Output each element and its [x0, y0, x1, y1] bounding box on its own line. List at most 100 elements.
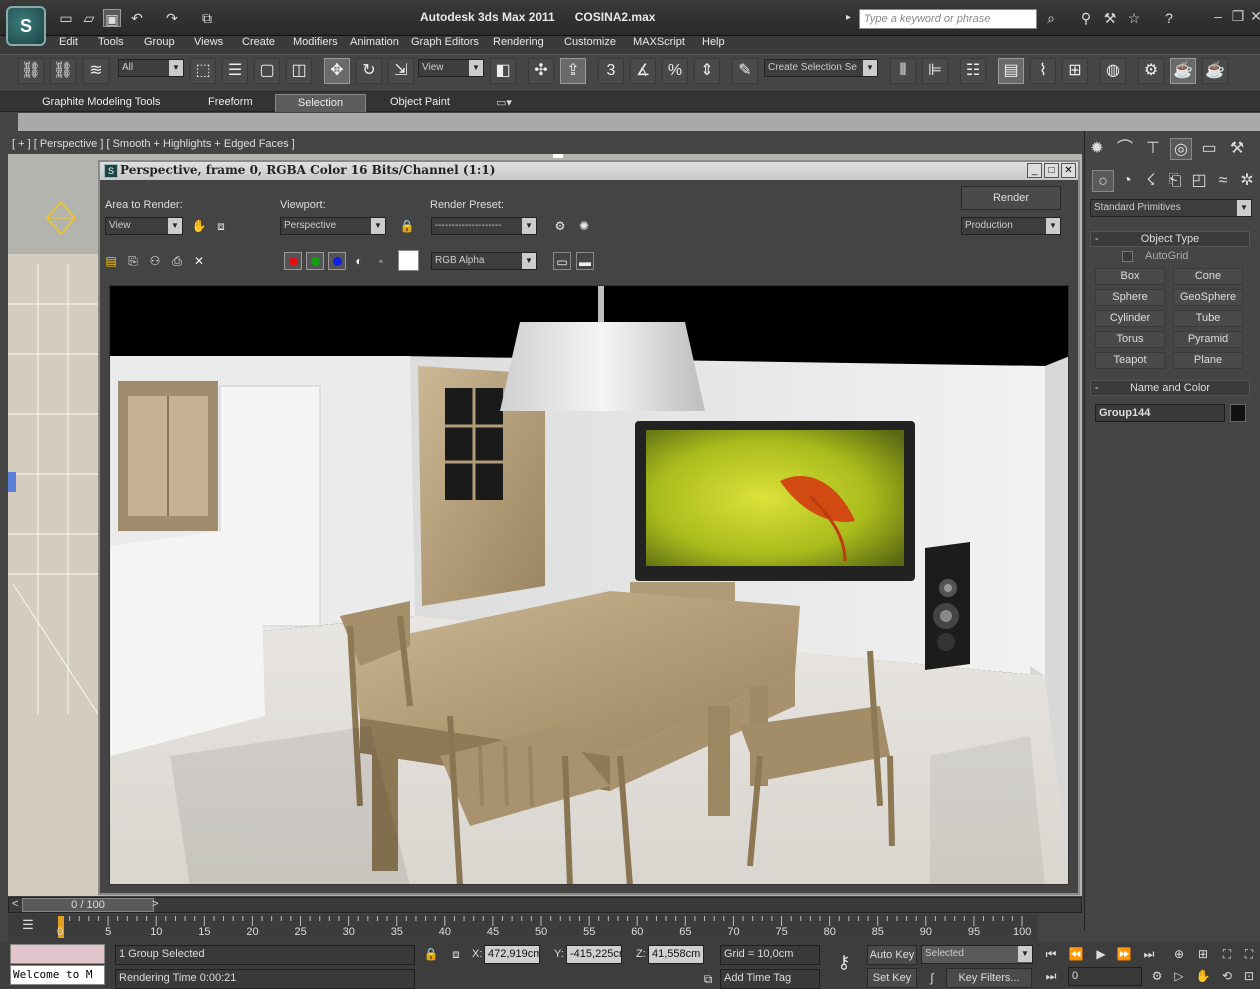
- go-to-start-icon[interactable]: ⏮: [1040, 944, 1062, 964]
- menu-edit[interactable]: Edit: [59, 36, 78, 48]
- graphite-toggle-icon[interactable]: ▤: [998, 58, 1024, 84]
- schematic-view-icon[interactable]: ⊞: [1062, 58, 1088, 84]
- selection-filter-dropdown[interactable]: All ▼: [118, 59, 184, 77]
- zoom-icon[interactable]: ⊕: [1168, 944, 1190, 964]
- select-object-icon[interactable]: ⬚: [190, 58, 216, 84]
- toggle-ui-icon[interactable]: ▬: [576, 252, 594, 270]
- app-logo-icon[interactable]: S: [6, 6, 46, 46]
- previous-frame-icon[interactable]: ⏪: [1065, 944, 1087, 964]
- play-icon[interactable]: ▶: [1090, 944, 1112, 964]
- space-warps-icon[interactable]: ≈: [1212, 170, 1234, 192]
- render-minimize-icon[interactable]: _: [1027, 163, 1042, 178]
- alpha-channel-icon[interactable]: ◐: [350, 252, 368, 270]
- pivot-center-icon[interactable]: ◧: [490, 58, 516, 84]
- time-configuration-icon[interactable]: ⚙: [1146, 966, 1168, 986]
- absolute-mode-icon[interactable]: ⧈: [445, 944, 467, 964]
- clone-frame-window-icon[interactable]: ⚇: [146, 252, 164, 270]
- clear-image-icon[interactable]: ✕: [190, 252, 208, 270]
- zoom-all-icon[interactable]: ⊞: [1192, 944, 1214, 964]
- tab-freeform[interactable]: Freeform: [200, 94, 261, 112]
- hierarchy-tab-icon[interactable]: ⊤: [1142, 138, 1164, 160]
- environment-effects-icon[interactable]: ✺: [575, 217, 593, 235]
- subscription-center-icon[interactable]: ⚲: [1077, 9, 1095, 27]
- set-key-button[interactable]: Set Key: [867, 968, 917, 988]
- menu-customize[interactable]: Customize: [564, 36, 616, 48]
- current-frame-field[interactable]: 0: [1068, 967, 1142, 986]
- rectangular-selection-icon[interactable]: ▢: [254, 58, 280, 84]
- default-tangents-icon[interactable]: ∫: [921, 968, 943, 988]
- spinner-snap-icon[interactable]: ⇕: [694, 58, 720, 84]
- next-frame-icon[interactable]: ⏩: [1113, 944, 1135, 964]
- green-channel-toggle[interactable]: [306, 252, 324, 270]
- time-slider-prev-icon[interactable]: <: [12, 898, 18, 910]
- favorites-star-icon[interactable]: ☆: [1125, 9, 1143, 27]
- cone-button[interactable]: Cone: [1173, 268, 1243, 285]
- menu-tools[interactable]: Tools: [98, 36, 124, 48]
- selection-lock-icon[interactable]: 🔒: [420, 944, 442, 964]
- monochrome-icon[interactable]: ▪: [372, 252, 390, 270]
- production-dropdown[interactable]: Production ▼: [961, 217, 1061, 235]
- select-and-scale-icon[interactable]: ⇲: [388, 58, 414, 84]
- menu-views[interactable]: Views: [194, 36, 223, 48]
- sphere-button[interactable]: Sphere: [1095, 289, 1165, 306]
- menu-create[interactable]: Create: [242, 36, 275, 48]
- zoom-extents-icon[interactable]: ⛶: [1216, 944, 1238, 964]
- unlink-selection-icon[interactable]: ⛓: [50, 58, 76, 84]
- menu-rendering[interactable]: Rendering: [493, 36, 544, 48]
- binoculars-icon[interactable]: ⌕: [1042, 9, 1060, 27]
- expand-arrow-icon[interactable]: ▸: [846, 12, 851, 23]
- mirror-icon[interactable]: ⫴: [890, 58, 916, 84]
- menu-modifiers[interactable]: Modifiers: [293, 36, 338, 48]
- tube-button[interactable]: Tube: [1173, 310, 1243, 327]
- autogrid-checkbox[interactable]: [1122, 251, 1133, 262]
- add-time-tag[interactable]: Add Time Tag: [720, 969, 820, 989]
- display-tab-icon[interactable]: ▭: [1198, 138, 1220, 160]
- search-input[interactable]: Type a keyword or phrase: [859, 9, 1037, 29]
- select-and-link-icon[interactable]: ⛓: [18, 58, 44, 84]
- select-and-move-icon[interactable]: ✥: [324, 58, 350, 84]
- color-swatch[interactable]: [398, 250, 419, 271]
- z-coordinate-field[interactable]: 41,558cm: [648, 945, 704, 964]
- render-window-title[interactable]: Perspective, frame 0, RGBA Color 16 Bits…: [100, 162, 1078, 180]
- systems-icon[interactable]: ✲: [1236, 170, 1258, 192]
- modify-tab-icon[interactable]: ⌒: [1114, 138, 1136, 160]
- percent-snap-icon[interactable]: %: [662, 58, 688, 84]
- lock-viewport-icon[interactable]: 🔒: [398, 217, 416, 235]
- tab-object-paint[interactable]: Object Paint: [382, 94, 458, 112]
- undo-icon[interactable]: ↶: [128, 9, 146, 27]
- time-tag-icon[interactable]: ⧉: [697, 969, 719, 989]
- render-maximize-icon[interactable]: □: [1044, 163, 1059, 178]
- angle-snap-icon[interactable]: ∡: [630, 58, 656, 84]
- auto-region-icon[interactable]: ⧈: [212, 217, 230, 235]
- display-channel-dropdown[interactable]: RGB Alpha ▼: [431, 252, 537, 270]
- menu-group[interactable]: Group: [144, 36, 175, 48]
- communication-center-icon[interactable]: ⚒: [1101, 9, 1119, 27]
- render-production-icon[interactable]: ☕: [1202, 58, 1228, 84]
- shapes-icon[interactable]: ◔: [1116, 170, 1138, 192]
- edit-region-icon[interactable]: ✋: [190, 217, 208, 235]
- minimize-icon[interactable]: –: [1208, 8, 1228, 26]
- area-to-render-dropdown[interactable]: View ▼: [105, 217, 183, 235]
- maximize-viewport-icon[interactable]: ⊡: [1238, 966, 1260, 986]
- open-file-icon[interactable]: ▱: [80, 9, 98, 27]
- bind-space-warp-icon[interactable]: ≋: [83, 58, 109, 84]
- menu-animation[interactable]: Animation: [350, 36, 399, 48]
- render-setup-small-icon[interactable]: ⚙: [551, 217, 569, 235]
- go-to-end-icon[interactable]: ⏭: [1138, 944, 1160, 964]
- auto-key-button[interactable]: Auto Key: [867, 945, 917, 965]
- named-selection-dropdown[interactable]: Create Selection Se ▼: [764, 59, 878, 77]
- save-image-icon[interactable]: ▤: [102, 252, 120, 270]
- key-mode-dropdown[interactable]: Selected ▼: [921, 945, 1033, 964]
- x-coordinate-field[interactable]: 472,919cm: [484, 945, 540, 964]
- box-button[interactable]: Box: [1095, 268, 1165, 285]
- select-manipulate-icon[interactable]: ✣: [528, 58, 554, 84]
- tab-selection[interactable]: Selection: [275, 94, 366, 112]
- maxscript-mini-listener[interactable]: [10, 944, 105, 964]
- object-color-swatch[interactable]: [1230, 404, 1246, 422]
- render-close-icon[interactable]: ✕: [1061, 163, 1076, 178]
- zoom-extents-all-icon[interactable]: ⛶: [1238, 944, 1260, 964]
- red-channel-toggle[interactable]: [284, 252, 302, 270]
- time-slider-thumb[interactable]: 0 / 100: [22, 898, 154, 912]
- cameras-icon[interactable]: ⎗: [1164, 170, 1186, 192]
- window-crossing-icon[interactable]: ◫: [286, 58, 312, 84]
